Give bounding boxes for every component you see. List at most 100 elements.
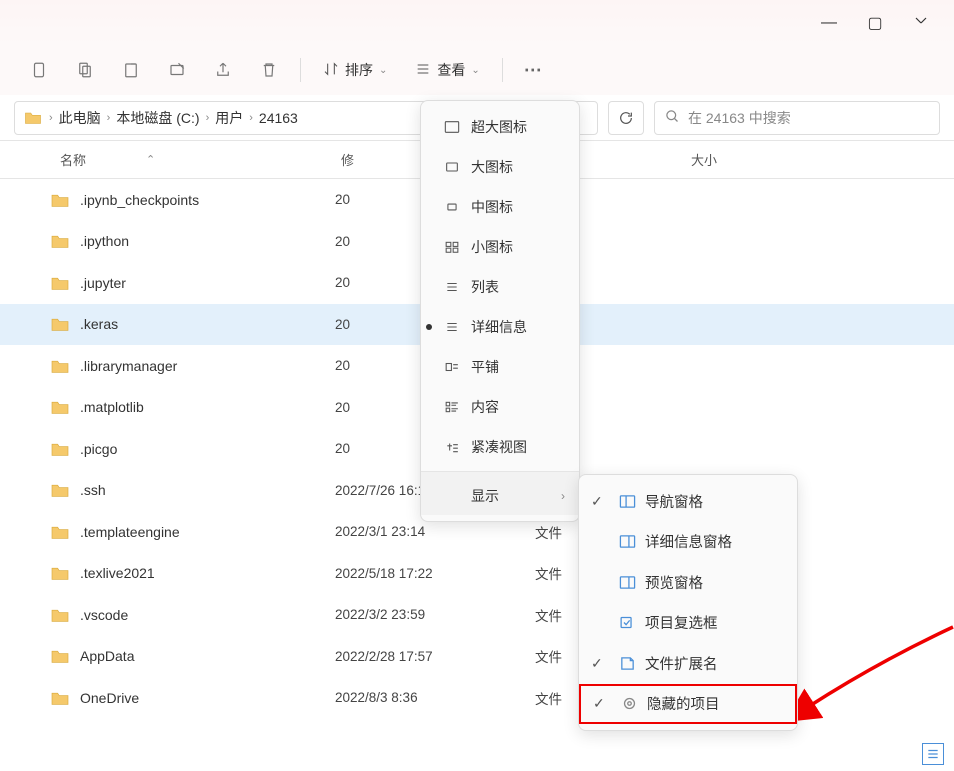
view-option-icon	[443, 241, 461, 253]
file-name: .ssh	[80, 482, 106, 498]
folder-icon	[50, 565, 70, 581]
show-menu-item[interactable]: ✓文件扩展名	[579, 643, 797, 684]
folder-icon	[50, 192, 70, 208]
view-option-icon	[443, 281, 461, 293]
view-menu-item[interactable]: 中图标	[421, 187, 579, 227]
show-menu-item[interactable]: ✓ 导航窗格	[579, 481, 797, 522]
paste-button[interactable]	[112, 51, 150, 89]
show-option-icon	[617, 534, 637, 549]
file-name: OneDrive	[80, 690, 139, 706]
show-menu-label: 隐藏的项目	[647, 693, 720, 714]
file-name: .ipynb_checkpoints	[80, 192, 199, 208]
sort-asc-icon: ⌃	[146, 153, 155, 166]
view-dropdown[interactable]: 查看 ⌄	[405, 51, 489, 89]
view-menu-label: 内容	[471, 397, 499, 417]
file-name: .jupyter	[80, 275, 126, 291]
submenu-label: 显示	[471, 486, 499, 506]
show-option-icon	[617, 575, 637, 590]
check-icon: ✓	[591, 493, 609, 510]
check-icon: ✓	[593, 695, 611, 712]
search-placeholder: 在 24163 中搜索	[688, 108, 791, 128]
folder-icon	[50, 316, 70, 332]
view-menu-label: 小图标	[471, 237, 513, 257]
view-menu-label: 列表	[471, 277, 499, 297]
column-header-size[interactable]: 大小	[685, 150, 835, 169]
file-row[interactable]: .texlive20212022/5/18 17:22文件	[0, 553, 954, 595]
breadcrumb-item[interactable]: 本地磁盘 (C:)	[116, 108, 199, 128]
show-menu-item[interactable]: ✓预览窗格	[579, 562, 797, 603]
file-modified: 2022/3/1 23:14	[335, 524, 535, 539]
file-name: .keras	[80, 316, 118, 332]
chevron-right-icon: ›	[47, 112, 55, 124]
breadcrumb-item[interactable]: 用户	[215, 108, 243, 128]
view-option-icon	[443, 160, 461, 174]
toolbar-divider	[300, 58, 301, 82]
chevron-right-icon: ›	[105, 112, 113, 124]
view-menu-item[interactable]: 详细信息	[421, 307, 579, 347]
breadcrumb-item[interactable]: 24163	[259, 110, 298, 126]
show-option-icon	[619, 696, 639, 711]
show-menu-label: 详细信息窗格	[645, 531, 732, 552]
chevron-right-icon: ›	[561, 489, 565, 503]
file-name: .librarymanager	[80, 358, 177, 374]
search-input[interactable]: 在 24163 中搜索	[654, 101, 940, 135]
show-submenu: ✓ 导航窗格 ✓详细信息窗格✓预览窗格✓项目复选框✓文件扩展名 ✓ 隐藏的项目	[578, 474, 798, 731]
file-name: .picgo	[80, 441, 117, 457]
view-menu-item[interactable]: 紧凑视图	[421, 427, 579, 467]
show-menu-item[interactable]: ✓详细信息窗格	[579, 522, 797, 563]
file-modified: 2022/2/28 17:57	[335, 649, 535, 664]
view-menu-item[interactable]: 内容	[421, 387, 579, 427]
copy-button[interactable]	[66, 51, 104, 89]
file-row[interactable]: AppData2022/2/28 17:57文件	[0, 636, 954, 678]
file-name: .vscode	[80, 607, 128, 623]
folder-icon	[50, 399, 70, 415]
sort-dropdown[interactable]: 排序 ⌄	[313, 51, 397, 89]
folder-icon	[23, 108, 43, 128]
column-header-name[interactable]: 名称 ⌃	[0, 150, 335, 169]
file-name: .matplotlib	[80, 399, 144, 415]
close-button[interactable]	[898, 7, 944, 39]
view-menu-show-submenu[interactable]: 显示 ›	[421, 471, 579, 515]
minimize-button[interactable]: —	[806, 7, 852, 39]
rename-button[interactable]	[158, 51, 196, 89]
file-modified: 2022/5/18 17:22	[335, 566, 535, 581]
show-menu-label: 导航窗格	[645, 491, 703, 512]
file-row[interactable]: .vscode2022/3/2 23:59文件	[0, 594, 954, 636]
view-menu-item[interactable]: 小图标	[421, 227, 579, 267]
file-name: .templateengine	[80, 524, 180, 540]
chevron-right-icon: ›	[247, 112, 255, 124]
folder-icon	[50, 233, 70, 249]
share-button[interactable]	[204, 51, 242, 89]
view-menu-item[interactable]: 超大图标	[421, 107, 579, 147]
delete-button[interactable]	[250, 51, 288, 89]
sort-icon	[323, 61, 339, 80]
cut-button[interactable]	[20, 51, 58, 89]
maximize-button[interactable]: ▢	[852, 7, 898, 39]
show-menu-item[interactable]: ✓ 隐藏的项目	[579, 684, 797, 725]
breadcrumb-item[interactable]: 此电脑	[59, 108, 101, 128]
window-title-bar: — ▢	[0, 0, 954, 45]
show-menu-item[interactable]: ✓项目复选框	[579, 603, 797, 644]
details-view-toggle[interactable]	[922, 743, 944, 765]
folder-icon	[50, 690, 70, 706]
view-menu-item[interactable]: 列表	[421, 267, 579, 307]
more-button[interactable]: ⋯	[515, 51, 553, 89]
refresh-button[interactable]	[608, 101, 644, 135]
view-option-icon	[443, 201, 461, 213]
show-option-icon	[617, 615, 637, 630]
view-option-icon	[443, 361, 461, 373]
folder-icon	[50, 607, 70, 623]
view-menu-item[interactable]: 大图标	[421, 147, 579, 187]
view-option-icon	[443, 321, 461, 333]
view-menu-label: 超大图标	[471, 117, 527, 137]
view-option-icon	[443, 401, 461, 413]
view-submenu: 超大图标大图标中图标小图标列表详细信息平铺内容紧凑视图显示 ›	[420, 100, 580, 522]
view-menu-item[interactable]: 平铺	[421, 347, 579, 387]
view-menu-label: 紧凑视图	[471, 437, 527, 457]
file-row[interactable]: OneDrive2022/8/3 8:36文件	[0, 677, 954, 719]
view-menu-label: 平铺	[471, 357, 499, 377]
chevron-down-icon: ⌄	[471, 65, 479, 76]
show-option-icon	[617, 656, 637, 671]
sort-label: 排序	[345, 60, 373, 80]
folder-icon	[50, 524, 70, 540]
